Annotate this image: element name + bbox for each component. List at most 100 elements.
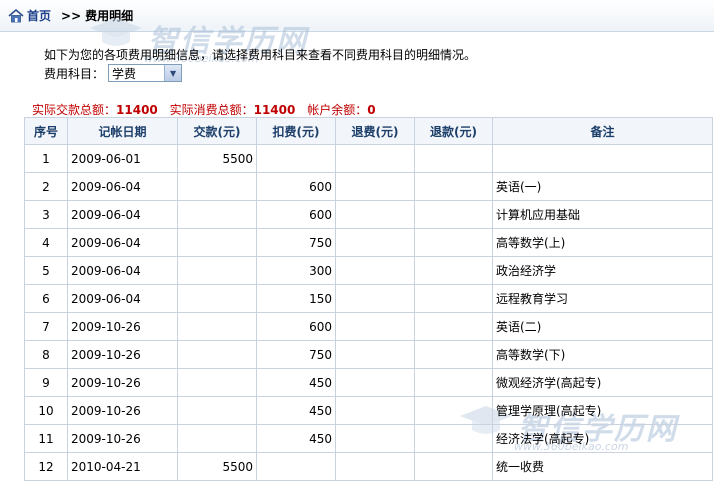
cell-refund [414,284,493,313]
cell-refund [414,340,493,369]
table-row: 10 2009-10-26 450 管理学原理(高起专) [24,396,713,425]
cell-date: 2009-06-04 [67,228,178,257]
chevron-down-icon[interactable]: ▼ [164,65,182,81]
cell-seq: 9 [24,368,68,397]
cell-refund-fee [335,368,415,397]
cell-deduct: 600 [256,200,336,229]
balance-value: 0 [367,103,376,117]
cell-seq: 4 [24,228,68,257]
cell-date: 2009-06-04 [67,200,178,229]
cell-paid [177,312,257,341]
cell-note: 计算机应用基础 [492,200,713,229]
table-body: 1 2009-06-01 5500 2 2009-06-04 600 英语(一) 3 2009-… [24,144,713,481]
fee-detail-table: 序号 记帐日期 交款(元) 扣费(元) 退费(元) 退款(元) 备注 1 2009… [24,117,713,481]
cell-note: 高等数学(下) [492,340,713,369]
cell-refund-fee [335,284,415,313]
cell-date: 2009-06-04 [67,256,178,285]
cell-paid [177,396,257,425]
cell-deduct [256,452,336,481]
cell-paid [177,424,257,453]
table-row: 1 2009-06-01 5500 [24,144,713,173]
cell-date: 2010-04-21 [67,452,178,481]
cell-seq: 6 [24,284,68,313]
cell-paid [177,284,257,313]
table-row: 3 2009-06-04 600 计算机应用基础 [24,200,713,229]
cell-deduct: 600 [256,312,336,341]
cell-paid [177,228,257,257]
consumed-total-label: 实际消费总额： [169,103,254,117]
fee-category-filter: 费用科目： 学费 ▼ [44,64,183,82]
cell-deduct: 450 [256,396,336,425]
cell-refund [414,256,493,285]
cell-refund-fee [335,452,415,481]
intro-text: 如下为您的各项费用明细信息，请选择费用科目来查看不同费用科目的明细情况。 [44,48,477,62]
table-row: 7 2009-10-26 600 英语(二) [24,312,713,341]
cell-note: 管理学原理(高起专) [492,396,713,425]
cell-paid [177,256,257,285]
cell-seq: 5 [24,256,68,285]
cell-refund-fee [335,340,415,369]
cell-refund [414,452,493,481]
table-row: 12 2010-04-21 5500 统一收费 [24,452,713,481]
cell-refund-fee [335,144,415,173]
column-header: 记帐日期 [67,117,178,145]
cell-seq: 3 [24,200,68,229]
table-row: 9 2009-10-26 450 微观经济学(高起专) [24,368,713,397]
balance-label: 帐户余额： [307,103,368,117]
cell-seq: 1 [24,144,68,173]
cell-refund [414,368,493,397]
cell-paid [177,172,257,201]
cell-seq: 8 [24,340,68,369]
cell-date: 2009-10-26 [67,396,178,425]
cell-refund-fee [335,424,415,453]
cell-date: 2009-10-26 [67,340,178,369]
cell-deduct: 750 [256,228,336,257]
cell-refund-fee [335,200,415,229]
column-header: 备注 [492,117,713,145]
cell-note: 政治经济学 [492,256,713,285]
account-summary: 实际交款总额：11400 实际消费总额：11400 帐户余额：0 [32,101,376,118]
cell-refund [414,396,493,425]
cell-paid [177,200,257,229]
cell-date: 2009-06-04 [67,284,178,313]
column-header: 交款(元) [177,117,257,145]
cell-note: 经济法学(高起专) [492,424,713,453]
cell-deduct: 600 [256,172,336,201]
cell-note [492,144,713,173]
breadcrumb-separator: >> [61,8,82,23]
cell-note: 远程教育学习 [492,284,713,313]
breadcrumb-home-link[interactable]: 首页 [27,7,51,24]
consumed-total-value: 11400 [253,103,296,117]
cell-deduct: 300 [256,256,336,285]
cell-note: 统一收费 [492,452,713,481]
cell-date: 2009-10-26 [67,368,178,397]
cell-refund-fee [335,312,415,341]
cell-seq: 11 [24,424,68,453]
cell-deduct: 750 [256,340,336,369]
fee-category-selected: 学费 [112,66,137,81]
fee-category-select[interactable]: 学费 ▼ [108,64,183,82]
cell-refund-fee [335,172,415,201]
cell-seq: 2 [24,172,68,201]
cell-refund [414,312,493,341]
cell-refund-fee [335,396,415,425]
cell-seq: 7 [24,312,68,341]
cell-paid: 5500 [177,144,257,173]
column-header: 退款(元) [414,117,493,145]
cell-deduct: 450 [256,368,336,397]
table-row: 2 2009-06-04 600 英语(一) [24,172,713,201]
cell-deduct: 450 [256,424,336,453]
cell-deduct: 150 [256,284,336,313]
cell-refund [414,228,493,257]
cell-note: 英语(一) [492,172,713,201]
cell-seq: 12 [24,452,68,481]
fee-category-label: 费用科目： [44,66,105,81]
cell-date: 2009-10-26 [67,424,178,453]
column-header: 序号 [24,117,68,145]
breadcrumb: 首页 >> 费用明细 [0,0,714,32]
cell-date: 2009-06-01 [67,144,178,173]
paid-total-label: 实际交款总额： [32,103,117,117]
cell-paid: 5500 [177,452,257,481]
cell-refund [414,424,493,453]
table-row: 6 2009-06-04 150 远程教育学习 [24,284,713,313]
